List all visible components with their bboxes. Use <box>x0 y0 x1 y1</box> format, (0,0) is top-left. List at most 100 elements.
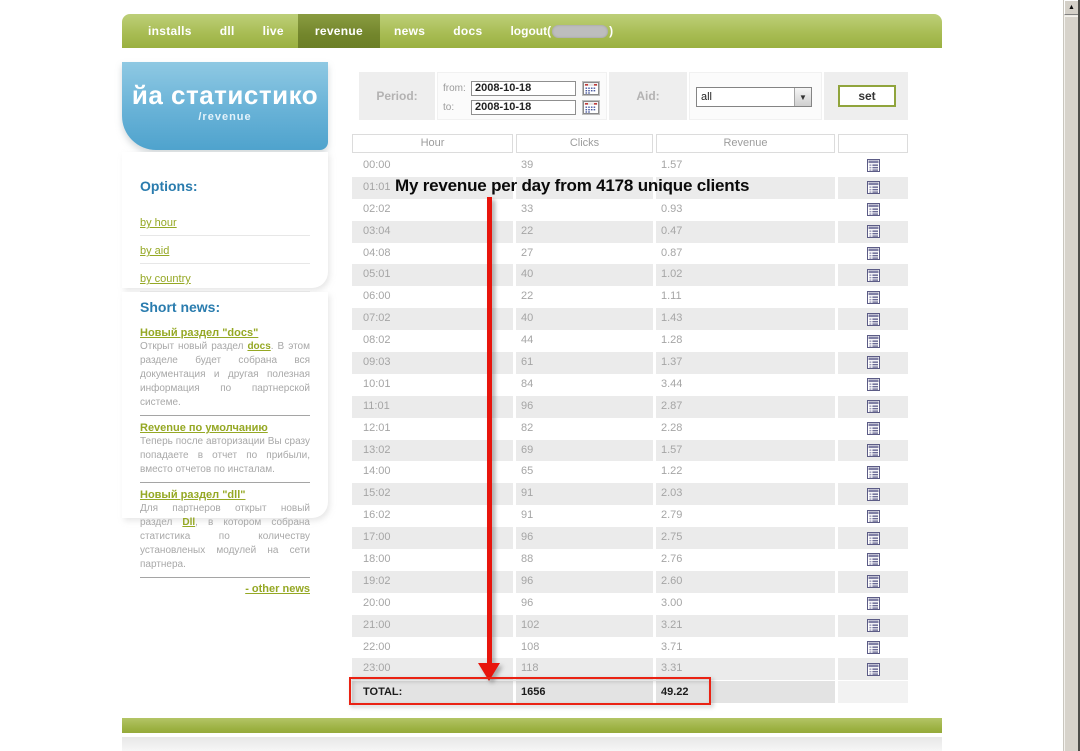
row-clicks: 96 <box>516 570 653 593</box>
row-revenue: 1.11 <box>656 286 835 309</box>
news-inline-link[interactable]: docs <box>247 341 270 352</box>
row-details-cell <box>838 483 908 506</box>
news-item-body: Теперь после авторизации Вы сразу попада… <box>140 436 310 475</box>
scroll-up-arrow-icon[interactable]: ▲ <box>1064 0 1079 15</box>
details-button[interactable] <box>866 268 880 282</box>
details-table-icon <box>866 531 880 545</box>
calendar-icon <box>583 81 599 95</box>
details-button[interactable] <box>866 531 880 545</box>
details-button[interactable] <box>866 225 880 239</box>
details-button[interactable] <box>866 444 880 458</box>
nav-item-news[interactable]: news <box>380 14 439 48</box>
footer-bar <box>122 718 942 733</box>
row-revenue: 3.00 <box>656 592 835 615</box>
scrollbar-thumb[interactable] <box>1064 16 1079 751</box>
row-clicks: 39 <box>516 155 653 177</box>
row-clicks: 44 <box>516 330 653 353</box>
details-button[interactable] <box>866 356 880 370</box>
details-table-icon <box>866 400 880 414</box>
details-button[interactable] <box>866 378 880 392</box>
row-details-cell <box>838 461 908 484</box>
details-button[interactable] <box>866 553 880 567</box>
nav-item-live[interactable]: live <box>249 14 298 48</box>
details-button[interactable] <box>866 400 880 414</box>
short-news-heading: Short news: <box>140 299 221 315</box>
aid-select-box: all ▼ <box>689 72 822 120</box>
details-button[interactable] <box>866 619 880 633</box>
chevron-down-icon[interactable]: ▼ <box>794 88 811 106</box>
period-label-box: Period: <box>359 72 435 120</box>
details-button[interactable] <box>866 312 880 326</box>
details-table-icon <box>866 422 880 436</box>
nav-item-dll[interactable]: dll <box>206 14 249 48</box>
options-list-item: by aid <box>140 236 310 264</box>
news-item-title-link[interactable]: Новый раздел "docs" <box>140 327 310 339</box>
site-section: /revenue <box>198 111 252 123</box>
details-button[interactable] <box>866 465 880 479</box>
details-table-icon <box>866 597 880 611</box>
row-details-cell <box>838 417 908 440</box>
from-date-input[interactable] <box>471 80 576 96</box>
row-details-cell <box>838 155 908 177</box>
nav-item-logout[interactable]: logout() <box>496 14 619 48</box>
details-button[interactable] <box>866 422 880 436</box>
details-table-icon <box>866 181 880 195</box>
table-row: 17:00 96 2.75 <box>352 527 908 550</box>
details-table-icon <box>866 159 880 173</box>
to-date-input[interactable] <box>471 99 576 115</box>
total-details-cell <box>838 680 908 703</box>
table-row: 06:00 22 1.11 <box>352 286 908 309</box>
news-inline-link[interactable]: Dll <box>182 517 195 528</box>
details-table-icon <box>866 378 880 392</box>
row-revenue: 1.22 <box>656 461 835 484</box>
row-details-cell <box>838 308 908 331</box>
details-button[interactable] <box>866 203 880 217</box>
from-calendar-button[interactable] <box>582 80 600 96</box>
details-button[interactable] <box>866 181 880 195</box>
logout-label: logout( <box>510 24 552 38</box>
table-row: 14:00 65 1.22 <box>352 461 908 484</box>
row-revenue: 1.57 <box>656 155 835 177</box>
row-clicks: 69 <box>516 439 653 462</box>
details-button[interactable] <box>866 487 880 501</box>
row-revenue: 2.28 <box>656 417 835 440</box>
details-button[interactable] <box>866 334 880 348</box>
footer-gray-strip <box>122 737 942 751</box>
row-clicks: 96 <box>516 395 653 418</box>
top-nav: installs dll live revenue news docs logout() <box>122 14 942 48</box>
details-button[interactable] <box>866 662 880 676</box>
page-content: installs dll live revenue news docs logout() … <box>122 0 942 751</box>
row-clicks: 96 <box>516 592 653 615</box>
details-button[interactable] <box>866 290 880 304</box>
details-button[interactable] <box>866 159 880 173</box>
to-label: to: <box>443 101 455 113</box>
table-body: 00:00 39 1.57 01:01 02:02 33 0.93 03:04 … <box>352 155 908 681</box>
details-table-icon <box>866 553 880 567</box>
details-button[interactable] <box>866 575 880 589</box>
details-button[interactable] <box>866 597 880 611</box>
to-calendar-button[interactable] <box>582 99 600 115</box>
nav-item-revenue[interactable]: revenue <box>297 14 381 48</box>
aid-dropdown[interactable]: all ▼ <box>696 87 812 107</box>
sidebar-link-by-aid[interactable]: by aid <box>140 245 169 257</box>
column-header-revenue: Revenue <box>656 134 835 153</box>
nav-item-installs[interactable]: installs <box>134 14 206 48</box>
set-button[interactable]: set <box>838 85 896 107</box>
news-item-title-link[interactable]: Новый раздел "dll" <box>140 489 310 501</box>
details-button[interactable] <box>866 509 880 523</box>
table-row: 13:02 69 1.57 <box>352 439 908 462</box>
details-table-icon <box>866 444 880 458</box>
news-item-body: Для партнеров открыт новый раздел Dll, в… <box>140 503 310 570</box>
sidebar-link-by-hour[interactable]: by hour <box>140 217 177 229</box>
details-button[interactable] <box>866 641 880 655</box>
other-news-link[interactable]: - other news <box>140 583 310 595</box>
details-table-icon <box>866 575 880 589</box>
news-item-title-link[interactable]: Revenue по умолчанию <box>140 422 310 434</box>
row-details-cell <box>838 527 908 550</box>
row-clicks: 102 <box>516 614 653 637</box>
table-row: 18:00 88 2.76 <box>352 549 908 571</box>
table-row: 11:01 96 2.87 <box>352 395 908 418</box>
details-button[interactable] <box>866 247 880 260</box>
nav-item-docs[interactable]: docs <box>439 14 496 48</box>
sidebar-link-by-country[interactable]: by country <box>140 273 191 285</box>
